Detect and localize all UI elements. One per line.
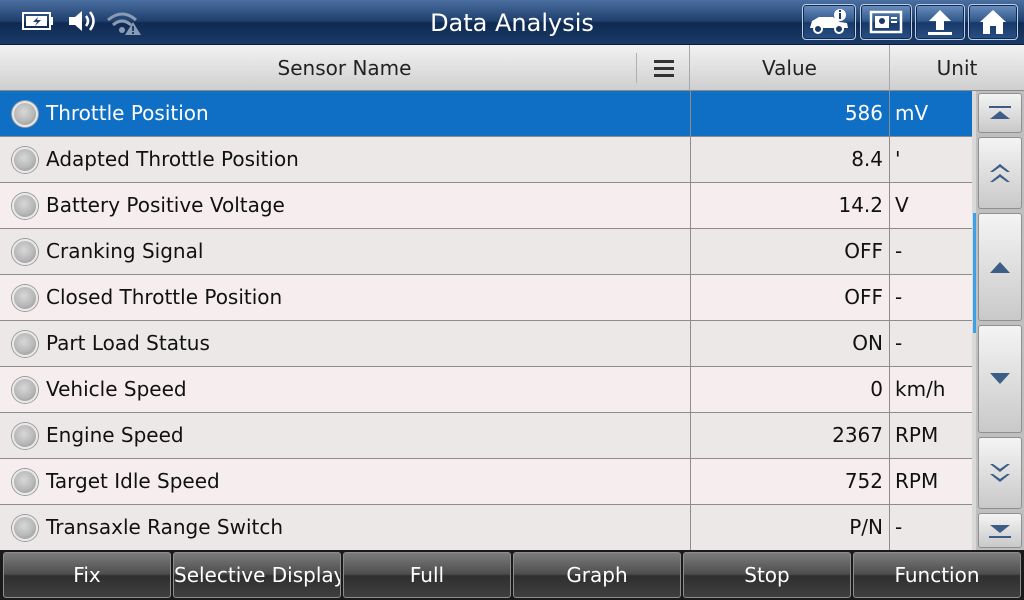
sensor-unit: - [895,285,903,309]
row-indicator-icon[interactable] [12,515,38,541]
home-button[interactable] [968,4,1018,40]
sensor-unit: - [895,239,903,263]
scroll-top-icon [989,106,1011,119]
sensor-unit: ' [895,147,901,171]
report-icon [869,10,903,34]
table-row[interactable]: Cranking Signal OFF - [0,229,972,275]
sensor-value: 14.2 [690,183,890,228]
table-row[interactable]: Throttle Position 586 mV [0,91,972,137]
double-chevron-up-icon [990,164,1010,182]
sensor-unit: - [895,331,903,355]
stop-button[interactable]: Stop [683,552,851,598]
sensor-list: Throttle Position 586 mV Adapted Throttl… [0,91,972,550]
sensor-name: Cranking Signal [46,239,204,263]
row-indicator-icon[interactable] [12,193,38,219]
triangle-up-icon [990,262,1010,273]
header-divider [636,53,637,83]
table-row[interactable]: Adapted Throttle Position 8.4 ' [0,137,972,183]
sensor-value: 0 [690,367,890,412]
graph-button[interactable]: Graph [513,552,681,598]
table-row[interactable]: Engine Speed 2367 RPM [0,413,972,459]
sensor-value: OFF [690,275,890,320]
table-row[interactable]: Battery Positive Voltage 14.2 V [0,183,972,229]
double-chevron-down-icon [990,464,1010,482]
vehicle-info-icon [810,9,848,34]
sensor-name: Transaxle Range Switch [46,515,284,539]
menu-icon[interactable] [652,57,676,79]
sensor-value: 2367 [690,413,890,458]
row-indicator-icon[interactable] [12,101,38,127]
fix-button[interactable]: Fix [3,552,171,598]
table-row[interactable]: Target Idle Speed 752 RPM [0,459,972,505]
triangle-down-icon [990,373,1010,384]
table-header: Sensor Name Value Unit [0,45,1024,91]
value-header[interactable]: Value [690,45,890,91]
back-up-icon [928,10,952,35]
page-up-button[interactable] [978,137,1022,209]
row-indicator-icon[interactable] [12,147,38,173]
sensor-name: Part Load Status [46,331,210,355]
sensor-unit: V [895,193,909,217]
table-row[interactable]: Closed Throttle Position OFF - [0,275,972,321]
table-row[interactable]: Vehicle Speed 0 km/h [0,367,972,413]
scroll-down-button[interactable] [978,325,1022,433]
scroll-to-top-button[interactable] [978,93,1022,133]
sensor-value: ON [690,321,890,366]
row-indicator-icon[interactable] [12,469,38,495]
unit-header[interactable]: Unit [890,45,1024,91]
sensor-name: Vehicle Speed [46,377,187,401]
sensor-name: Engine Speed [46,423,184,447]
sensor-name: Throttle Position [46,101,209,125]
sensor-value: P/N [690,505,890,550]
home-icon [980,10,1006,34]
sensor-unit: - [895,515,903,539]
report-button[interactable] [860,4,912,40]
table-row[interactable]: Transaxle Range Switch P/N - [0,505,972,550]
sensor-name-header[interactable]: Sensor Name [0,45,690,91]
vehicle-info-button[interactable] [802,4,856,40]
sensor-name: Closed Throttle Position [46,285,283,309]
sensor-unit: RPM [895,423,939,447]
function-button[interactable]: Function [853,552,1021,598]
sensor-unit: RPM [895,469,939,493]
row-indicator-icon[interactable] [12,285,38,311]
full-button[interactable]: Full [343,552,511,598]
row-indicator-icon[interactable] [12,423,38,449]
sensor-unit: mV [895,101,929,125]
row-indicator-icon[interactable] [12,239,38,265]
row-indicator-icon[interactable] [12,377,38,403]
table-row[interactable]: Part Load Status ON - [0,321,972,367]
page-down-button[interactable] [978,437,1022,509]
scroll-to-bottom-button[interactable] [978,513,1022,548]
sensor-unit: km/h [895,377,946,401]
row-indicator-icon[interactable] [12,331,38,357]
sensor-name: Battery Positive Voltage [46,193,285,217]
selective-display-button[interactable]: Selective Display [173,552,341,598]
sensor-value: OFF [690,229,890,274]
bottom-toolbar: Fix Selective Display Full Graph Stop Fu… [0,550,1024,600]
scroll-up-button[interactable] [978,213,1022,321]
sensor-value: 8.4 [690,137,890,182]
scroll-bottom-icon [989,524,1011,538]
sensor-value: 752 [690,459,890,504]
back-button[interactable] [915,4,965,40]
title-bar: Data Analysis [0,0,1024,45]
scroll-panel [976,91,1024,550]
sensor-name: Adapted Throttle Position [46,147,299,171]
sensor-value: 586 [690,91,890,136]
sensor-name: Target Idle Speed [46,469,220,493]
